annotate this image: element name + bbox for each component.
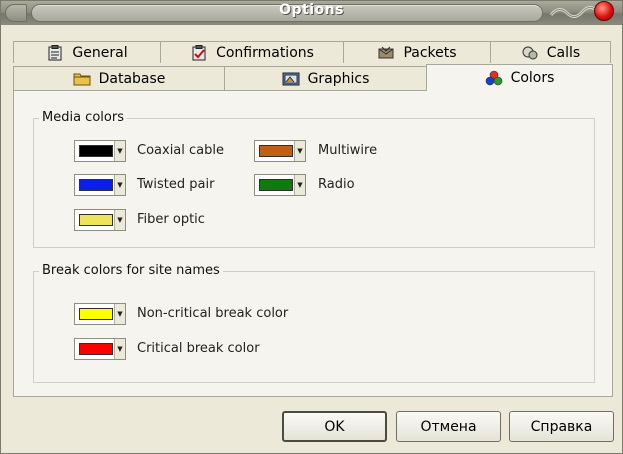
- calls-icon: [522, 46, 538, 59]
- confirmations-icon: [192, 44, 206, 60]
- tab-graphics[interactable]: Graphics: [224, 66, 427, 91]
- multiwire-swatch: [259, 145, 293, 157]
- multiwire-color-picker[interactable]: ▼: [254, 140, 306, 162]
- tab-general[interactable]: General: [13, 41, 161, 63]
- non-critical-break-color-picker[interactable]: ▼: [74, 303, 126, 325]
- twisted-pair-color-picker[interactable]: ▼: [74, 174, 126, 196]
- tab-database[interactable]: Database: [13, 66, 225, 91]
- radio-color-picker[interactable]: ▼: [254, 174, 306, 196]
- media-colors-label: Media colors: [39, 110, 127, 125]
- cancel-button[interactable]: Отмена: [396, 411, 501, 442]
- chevron-down-icon: ▼: [294, 141, 305, 161]
- radio-swatch: [259, 179, 293, 191]
- tab-graphics-label: Graphics: [307, 71, 370, 87]
- tab-confirmations-label: Confirmations: [216, 44, 314, 61]
- critical-break-swatch: [79, 343, 113, 355]
- colors-panel: Media colors ▼ Coaxial cable ▼ Multiwire…: [13, 90, 613, 397]
- chevron-down-icon: ▼: [114, 141, 125, 161]
- tab-packets-label: Packets: [403, 44, 457, 61]
- folder-icon: [73, 73, 91, 86]
- chevron-down-icon: ▼: [114, 304, 125, 324]
- clipboard-icon: [48, 44, 62, 60]
- coaxial-cable-swatch: [79, 145, 113, 157]
- title-bar[interactable]: Options: [1, 1, 622, 25]
- coaxial-cable-color-picker[interactable]: ▼: [74, 140, 126, 162]
- tab-packets[interactable]: Packets: [343, 41, 491, 63]
- help-button[interactable]: Справка: [509, 411, 614, 442]
- tab-calls-label: Calls: [546, 44, 581, 61]
- radio-label: Radio: [318, 177, 355, 192]
- window-title: Options: [279, 2, 344, 18]
- break-colors-group: [33, 271, 595, 383]
- close-button[interactable]: [594, 1, 614, 21]
- graphics-icon: [282, 72, 300, 86]
- options-window: Options General Confirmations Packets Ca…: [0, 0, 623, 454]
- tab-colors-label: Colors: [510, 70, 555, 86]
- critical-break-color-picker[interactable]: ▼: [74, 338, 126, 360]
- fiber-optic-color-picker[interactable]: ▼: [74, 209, 126, 231]
- tab-confirmations[interactable]: Confirmations: [160, 41, 344, 63]
- tab-calls[interactable]: Calls: [490, 41, 611, 63]
- chevron-down-icon: ▼: [114, 339, 125, 359]
- tab-general-label: General: [72, 44, 128, 61]
- multiwire-label: Multiwire: [318, 143, 378, 158]
- tab-colors[interactable]: Colors: [426, 64, 613, 91]
- twisted-pair-label: Twisted pair: [137, 177, 215, 192]
- critical-break-label: Critical break color: [137, 341, 260, 356]
- ok-button[interactable]: OK: [282, 411, 387, 442]
- twisted-pair-swatch: [79, 179, 113, 191]
- chevron-down-icon: ▼: [294, 175, 305, 195]
- chevron-down-icon: ▼: [114, 175, 125, 195]
- break-colors-label: Break colors for site names: [39, 263, 223, 278]
- fiber-optic-label: Fiber optic: [137, 212, 205, 227]
- colors-icon: [485, 70, 502, 86]
- tab-database-label: Database: [98, 71, 166, 87]
- packets-icon: [378, 46, 394, 58]
- coaxial-cable-label: Coaxial cable: [137, 143, 224, 158]
- non-critical-break-label: Non-critical break color: [137, 306, 289, 321]
- fiber-optic-swatch: [79, 214, 113, 226]
- non-critical-break-swatch: [79, 308, 113, 320]
- chevron-down-icon: ▼: [114, 210, 125, 230]
